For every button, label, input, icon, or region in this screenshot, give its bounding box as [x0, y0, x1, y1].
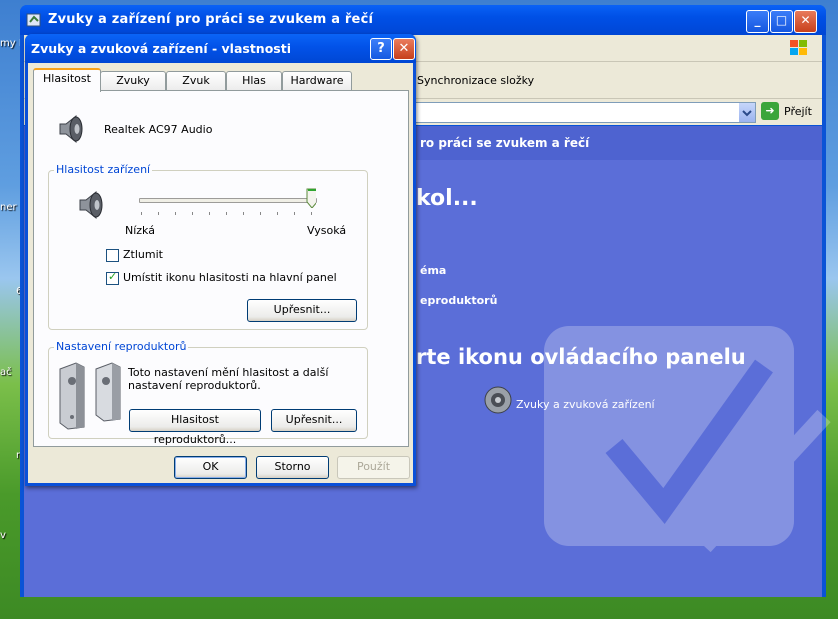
slider-tick	[192, 212, 193, 215]
speaker-icon	[59, 114, 83, 144]
speakers-icon	[59, 362, 121, 430]
mute-label: Ztlumit	[123, 248, 163, 261]
slider-tick	[226, 212, 227, 215]
slider-tick	[243, 212, 244, 215]
dialog-titlebar[interactable]: Zvuky a zvuková zařízení - vlastnosti ? …	[25, 34, 416, 63]
tab-hardware[interactable]: Hardware	[282, 71, 352, 90]
tray-icon-checkbox[interactable]	[106, 270, 119, 285]
section-heading: kol...	[416, 186, 478, 211]
back-window-titlebar[interactable]: Zvuky a zařízení pro práci se zvukem a ř…	[20, 5, 826, 35]
tab-voice[interactable]: Hlas	[226, 71, 282, 90]
close-button[interactable]: ✕	[794, 10, 817, 33]
tab-audio[interactable]: Zvuk	[166, 71, 226, 90]
windows-logo-icon	[790, 40, 807, 55]
ok-button[interactable]: OK	[174, 456, 247, 479]
desktop-icon-label[interactable]: ner	[0, 202, 17, 213]
tab-volume[interactable]: Hlasitost	[33, 68, 101, 92]
tray-icon-label: Umístit ikonu hlasitosti na hlavní panel	[123, 271, 337, 284]
device-name: Realtek AC97 Audio	[104, 123, 213, 136]
volume-tab-panel: Realtek AC97 Audio Hlasitost zařízení Ní…	[33, 90, 409, 447]
sound-properties-dialog: Zvuky a zvuková zařízení - vlastnosti ? …	[25, 34, 416, 486]
section-heading: rte ikonu ovládacího panelu	[416, 345, 746, 369]
speaker-advanced-button[interactable]: Upřesnit...	[271, 409, 357, 432]
go-arrow-icon[interactable]: ➜	[761, 102, 779, 120]
task-link[interactable]: éma	[420, 264, 446, 277]
device-volume-group-title: Hlasitost zařízení	[54, 163, 153, 176]
volume-slider-track[interactable]	[139, 198, 317, 203]
maximize-button[interactable]: □	[770, 10, 793, 33]
apply-button[interactable]: Použít	[337, 456, 410, 479]
desktop-icon-label[interactable]: v	[0, 530, 6, 541]
slider-tick	[311, 212, 312, 215]
speaker-settings-group-title: Nastavení reproduktorů	[54, 340, 189, 353]
minimize-button[interactable]: _	[746, 10, 769, 33]
content-header-title: ro práci se zvukem a řečí	[420, 136, 590, 150]
back-window-title: Zvuky a zařízení pro práci se zvukem a ř…	[48, 12, 374, 27]
task-link[interactable]: eproduktorů	[420, 294, 497, 307]
dialog-title: Zvuky a zvuková zařízení - vlastnosti	[31, 41, 291, 56]
go-button[interactable]: Přejít	[784, 105, 812, 118]
control-panel-icon	[26, 13, 41, 27]
slider-tick	[141, 212, 142, 215]
volume-advanced-button[interactable]: Upřesnit...	[247, 299, 357, 322]
speaker-icon[interactable]	[482, 384, 514, 416]
slider-tick	[260, 212, 261, 215]
mute-checkbox[interactable]	[106, 249, 119, 262]
speaker-description: nastavení reproduktorů.	[128, 379, 261, 392]
chevron-down-icon	[742, 110, 752, 117]
volume-low-label: Nízká	[125, 224, 155, 237]
slider-tick	[209, 212, 210, 215]
volume-high-label: Vysoká	[307, 224, 347, 237]
desktop-icon-label[interactable]: ač	[0, 367, 12, 378]
dialog-close-button[interactable]: ✕	[393, 38, 415, 60]
volume-slider-thumb[interactable]	[306, 188, 316, 208]
slider-tick	[158, 212, 159, 215]
sounds-applet-link[interactable]: Zvuky a zvuková zařízení	[516, 398, 655, 411]
speaker-icon	[79, 190, 103, 220]
help-button[interactable]: ?	[370, 38, 392, 60]
address-input[interactable]	[364, 102, 756, 123]
speaker-description: Toto nastavení mění hlasitost a další	[128, 366, 329, 379]
slider-tick	[175, 212, 176, 215]
sync-folder-button[interactable]: Synchronizace složky	[417, 74, 534, 87]
slider-tick	[294, 212, 295, 215]
dialog-body: Hlasitost Zvuky Zvuk Hlas Hardware Realt…	[28, 63, 413, 483]
speaker-volume-button[interactable]: Hlasitost reproduktorů...	[129, 409, 261, 446]
slider-tick	[277, 212, 278, 215]
cancel-button[interactable]: Storno	[256, 456, 329, 479]
tab-sounds[interactable]: Zvuky	[100, 71, 166, 90]
address-dropdown[interactable]	[739, 103, 755, 122]
